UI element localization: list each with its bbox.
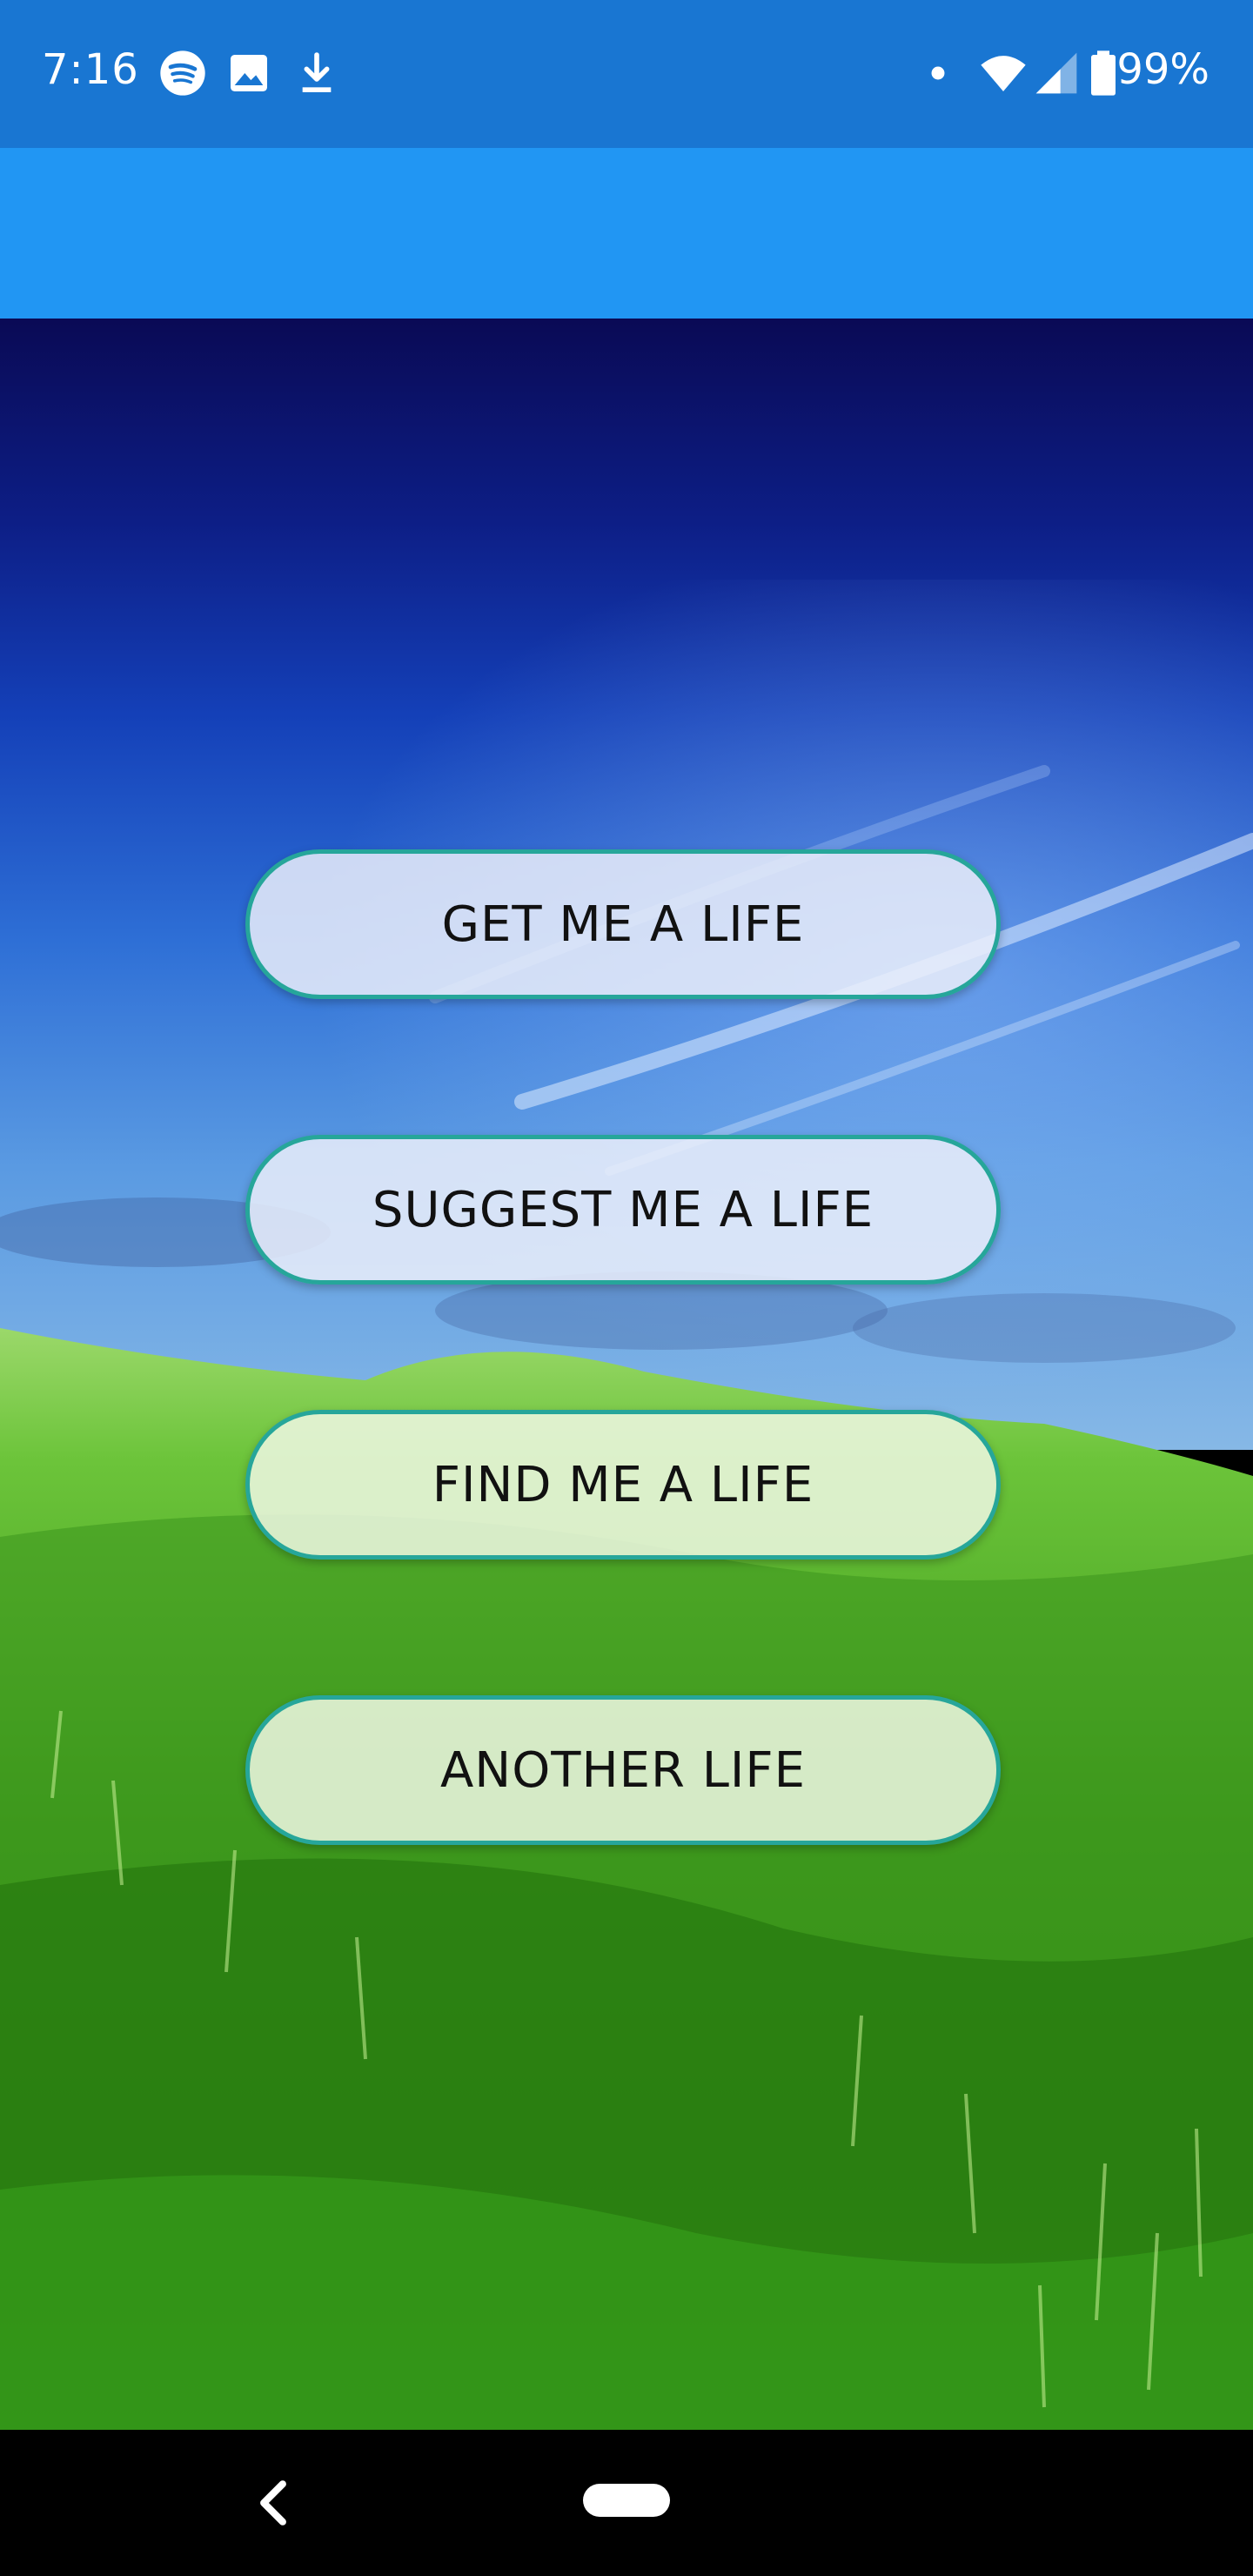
status-bar: 7:16 99% (0, 0, 1253, 148)
battery-percentage: 99% (1116, 45, 1209, 94)
another-life-button[interactable]: ANOTHER LIFE (245, 1695, 1001, 1845)
wifi-icon (981, 56, 1026, 91)
navigation-bar (0, 2430, 1253, 2576)
signal-icon (1035, 52, 1077, 94)
battery-icon (1091, 50, 1116, 96)
background-image (0, 319, 1253, 2430)
find-me-a-life-button[interactable]: FIND ME A LIFE (245, 1410, 1001, 1560)
notification-dot-icon (931, 66, 945, 80)
app-bar (0, 148, 1253, 319)
spotify-icon (160, 50, 205, 96)
image-icon (231, 55, 267, 91)
home-pill-button[interactable] (583, 2484, 670, 2517)
suggest-me-a-life-button[interactable]: SUGGEST ME A LIFE (245, 1135, 1001, 1285)
status-time: 7:16 (42, 45, 139, 94)
download-icon (302, 52, 332, 92)
landscape-image (0, 319, 1253, 2430)
back-icon[interactable] (249, 2470, 298, 2536)
get-me-a-life-button[interactable]: GET ME A LIFE (245, 849, 1001, 999)
